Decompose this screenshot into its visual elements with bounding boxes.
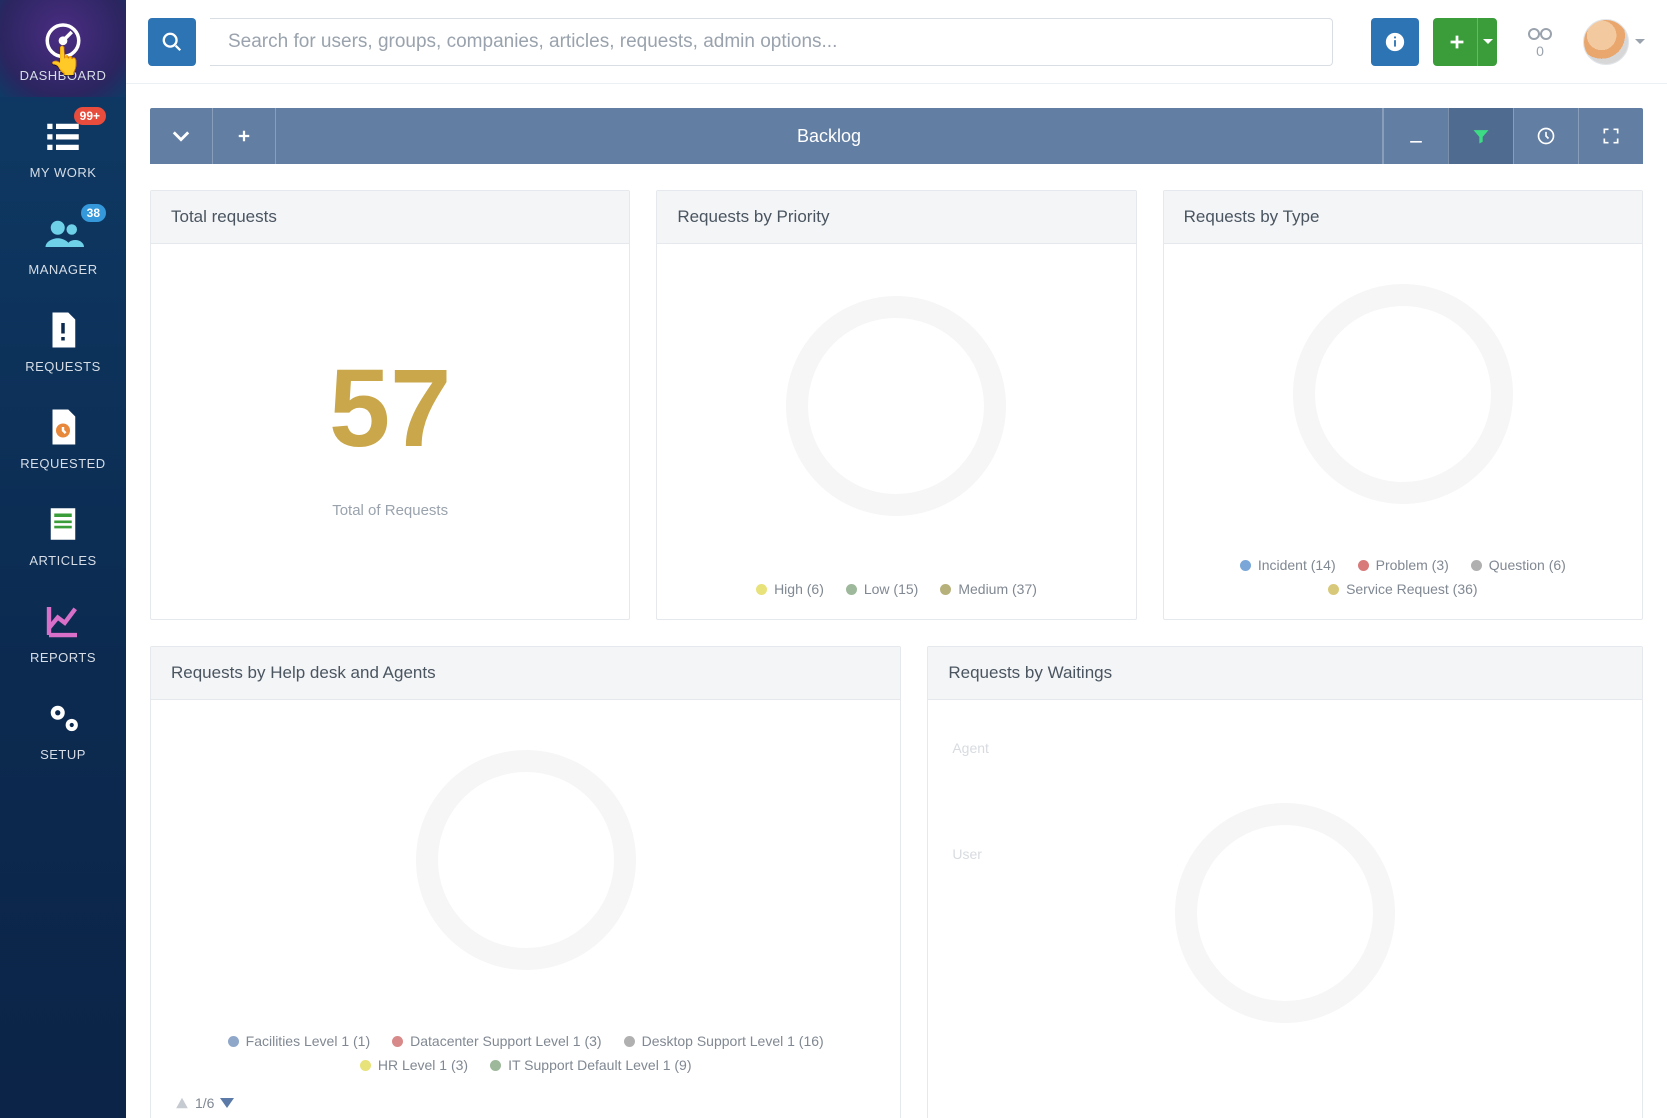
widget-priority: Requests by Priority High (6) Low (15) Med… bbox=[656, 190, 1136, 620]
add-button[interactable] bbox=[1433, 18, 1481, 66]
info-button[interactable] bbox=[1371, 18, 1419, 66]
legend-item[interactable]: Service Request (36) bbox=[1328, 581, 1478, 597]
sidebar-item-requested[interactable]: REQUESTED bbox=[0, 388, 126, 485]
legend-item[interactable]: High (6) bbox=[756, 581, 824, 597]
add-dropdown[interactable] bbox=[1477, 18, 1497, 66]
total-requests-value: 57 bbox=[329, 345, 451, 472]
sidebar-item-mywork[interactable]: 99+ MY WORK bbox=[0, 97, 126, 194]
topbar: 0 bbox=[126, 0, 1667, 84]
search-button[interactable] bbox=[148, 18, 196, 66]
module-bar: Backlog bbox=[150, 108, 1643, 164]
legend-item[interactable]: Incident (14) bbox=[1240, 557, 1336, 573]
plus-icon bbox=[235, 127, 253, 145]
modbar-download[interactable] bbox=[1383, 108, 1448, 164]
widget-title: Requests by Type bbox=[1164, 191, 1642, 244]
modbar-expand[interactable] bbox=[150, 108, 213, 164]
modbar-schedule[interactable] bbox=[1513, 108, 1578, 164]
widget-row-2: Requests by Help desk and Agents Facilit… bbox=[150, 646, 1643, 1118]
sidebar-item-requests[interactable]: REQUESTS bbox=[0, 291, 126, 388]
plus-icon bbox=[1446, 31, 1468, 53]
legend-item[interactable]: Medium (37) bbox=[940, 581, 1037, 597]
legend-item[interactable]: HR Level 1 (3) bbox=[360, 1057, 468, 1073]
widget-total-requests: Total requests 57 Total of Requests bbox=[150, 190, 630, 620]
badge: 38 bbox=[81, 204, 106, 222]
axis-label: User bbox=[952, 846, 989, 862]
sidebar-item-label: MANAGER bbox=[0, 262, 126, 277]
legend-item[interactable]: Facilities Level 1 (1) bbox=[228, 1033, 371, 1049]
warning-icon bbox=[175, 1096, 189, 1110]
agents-legend: Facilities Level 1 (1) Datacenter Support… bbox=[151, 1019, 900, 1095]
sidebar-item-manager[interactable]: 38 MANAGER bbox=[0, 194, 126, 291]
agents-donut bbox=[416, 750, 636, 970]
widget-agents: Requests by Help desk and Agents Facilit… bbox=[150, 646, 901, 1118]
user-menu[interactable] bbox=[1583, 19, 1645, 65]
waitings-axis: Agent User bbox=[952, 740, 989, 862]
widget-title: Requests by Priority bbox=[657, 191, 1135, 244]
badge: 99+ bbox=[74, 107, 106, 125]
clock-icon bbox=[1536, 126, 1556, 146]
legend-item[interactable]: Datacenter Support Level 1 (3) bbox=[392, 1033, 601, 1049]
legend-item[interactable]: Problem (3) bbox=[1358, 557, 1449, 573]
page: 0 Backlog bbox=[126, 0, 1667, 1118]
chart-icon bbox=[42, 600, 84, 642]
modbar-add[interactable] bbox=[213, 108, 276, 164]
agents-pager[interactable]: 1/6 bbox=[151, 1095, 900, 1118]
modbar-fullscreen[interactable] bbox=[1578, 108, 1643, 164]
left-rail: 👆 DASHBOARD 99+ MY WORK 38 MANAGER REQUE… bbox=[0, 0, 126, 1118]
type-legend: Incident (14) Problem (3) Question (6) Serv… bbox=[1164, 543, 1642, 619]
filter-icon bbox=[1471, 126, 1491, 146]
users-icon bbox=[42, 212, 84, 254]
chevron-down-icon bbox=[1635, 37, 1645, 47]
priority-donut bbox=[786, 296, 1006, 516]
legend-item[interactable]: Question (6) bbox=[1471, 557, 1566, 573]
legend-item[interactable]: IT Support Default Level 1 (9) bbox=[490, 1057, 691, 1073]
widget-row-1: Total requests 57 Total of Requests Requ… bbox=[150, 190, 1643, 620]
waitings-donut bbox=[1175, 803, 1395, 1023]
modbar-filter[interactable] bbox=[1448, 108, 1513, 164]
search-input[interactable] bbox=[210, 18, 1333, 66]
axis-label: Agent bbox=[952, 740, 989, 756]
sidebar-item-label: SETUP bbox=[0, 747, 126, 762]
widget-title: Requests by Waitings bbox=[928, 647, 1642, 700]
widget-title: Requests by Help desk and Agents bbox=[151, 647, 900, 700]
avatar bbox=[1583, 19, 1629, 65]
incognito-count: 0 bbox=[1536, 43, 1544, 59]
pager-text: 1/6 bbox=[195, 1095, 214, 1111]
widget-title: Total requests bbox=[151, 191, 629, 244]
sidebar-item-label: REQUESTS bbox=[0, 359, 126, 374]
fullscreen-icon bbox=[1601, 126, 1621, 146]
article-icon bbox=[42, 503, 84, 545]
incognito-button[interactable]: 0 bbox=[1511, 25, 1569, 59]
priority-legend: High (6) Low (15) Medium (37) bbox=[657, 567, 1135, 619]
gears-icon bbox=[42, 697, 84, 739]
widget-type: Requests by Type Incident (14) Problem (3… bbox=[1163, 190, 1643, 620]
sidebar-item-dashboard[interactable]: 👆 DASHBOARD bbox=[0, 0, 126, 97]
legend-item[interactable]: Low (15) bbox=[846, 581, 918, 597]
mask-icon bbox=[1525, 25, 1555, 43]
sidebar-item-label: REQUESTED bbox=[0, 456, 126, 471]
content: Backlog Total requests 57 Total of Reque bbox=[126, 84, 1667, 1118]
search-icon bbox=[161, 31, 183, 53]
sidebar-item-label: MY WORK bbox=[0, 165, 126, 180]
legend-item[interactable]: Desktop Support Level 1 (16) bbox=[624, 1033, 824, 1049]
info-icon bbox=[1384, 31, 1406, 53]
sidebar-item-articles[interactable]: ARTICLES bbox=[0, 485, 126, 582]
chevron-down-icon bbox=[1483, 37, 1493, 47]
type-donut bbox=[1293, 284, 1513, 504]
sidebar-item-reports[interactable]: REPORTS bbox=[0, 582, 126, 679]
file-clock-icon bbox=[42, 406, 84, 448]
module-title: Backlog bbox=[276, 108, 1383, 164]
chevron-down-icon bbox=[172, 127, 190, 145]
sidebar-item-setup[interactable]: SETUP bbox=[0, 679, 126, 776]
cursor-icon: 👆 bbox=[48, 44, 83, 77]
total-requests-caption: Total of Requests bbox=[332, 502, 448, 519]
download-icon bbox=[1406, 126, 1426, 146]
sidebar-item-label: ARTICLES bbox=[0, 553, 126, 568]
chevron-down-icon bbox=[220, 1098, 234, 1108]
file-alert-icon bbox=[42, 309, 84, 351]
widget-waitings: Requests by Waitings Agent User bbox=[927, 646, 1643, 1118]
sidebar-item-label: REPORTS bbox=[0, 650, 126, 665]
